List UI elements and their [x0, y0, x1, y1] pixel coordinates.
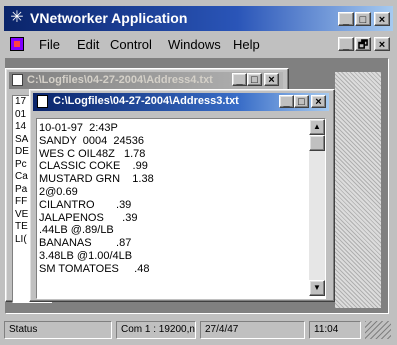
address4-title-bar[interactable]: C:\Logfiles\04-27-2004\Address4.txt _ □ … — [9, 72, 283, 89]
document-system-icon[interactable] — [10, 37, 24, 51]
text-line: CILANTRO .39 — [39, 198, 132, 211]
text-line: MUSTARD GRN 1.38 — [39, 173, 154, 186]
status-date: 27/4/47 — [200, 321, 305, 339]
status-text: Status — [4, 321, 112, 339]
text-line: SM TOMATOES .48 — [39, 262, 150, 275]
address4-title: C:\Logfiles\04-27-2004\Address4.txt — [27, 74, 213, 86]
document-icon — [37, 95, 48, 108]
text-line: 3.48LB @1.00/4LB — [39, 249, 133, 262]
vertical-scrollbar[interactable]: ▲ ▼ — [309, 119, 325, 296]
address3-minimize-button[interactable]: _ — [279, 95, 294, 108]
status-time: 11:04 — [309, 321, 361, 339]
address3-maximize-button[interactable]: □ — [294, 95, 309, 108]
scroll-down-button[interactable]: ▼ — [309, 280, 325, 296]
minimize-button[interactable]: _ — [338, 12, 354, 26]
app-window: ✳ VNetworker Application _ □ × File Edit… — [0, 0, 397, 345]
scroll-thumb[interactable] — [309, 135, 325, 151]
app-logo-icon: ✳ — [10, 9, 24, 26]
resize-grip[interactable] — [365, 321, 391, 339]
mdi-restore-button[interactable]: 🗗 — [355, 37, 371, 51]
menu-edit[interactable]: Edit — [77, 37, 99, 52]
text-line: 2@0.69 — [39, 185, 78, 198]
mdi-close-button[interactable]: × — [374, 37, 390, 51]
text-line: JALAPENOS .39 — [39, 211, 138, 224]
status-bar: Status Com 1 : 19200,n,8,1 27/4/47 11:04 — [4, 318, 393, 342]
address4-close-button[interactable]: × — [264, 73, 279, 86]
address4-maximize-button[interactable]: □ — [247, 73, 262, 86]
address3-close-button[interactable]: × — [311, 95, 326, 108]
text-line: 10-01-97 2:43P — [39, 122, 118, 134]
close-button[interactable]: × — [374, 12, 390, 26]
text-line: WES C OIL48Z 1.78 — [39, 147, 146, 160]
address3-text-area[interactable]: 10-01-97 2:43P SANDY 0004 24536 WES C OI… — [36, 118, 326, 299]
mdi-minimize-button[interactable]: _ — [338, 37, 354, 51]
address3-title-bar[interactable]: C:\Logfiles\04-27-2004\Address3.txt _ □ … — [33, 93, 329, 111]
maximize-button[interactable]: □ — [355, 12, 371, 26]
address3-title: C:\Logfiles\04-27-2004\Address3.txt — [53, 95, 239, 107]
menu-bar: File Edit Control Windows Help _ 🗗 × — [4, 32, 393, 56]
menu-help[interactable]: Help — [233, 37, 260, 52]
app-title: VNetworker Application — [30, 10, 188, 26]
scroll-up-button[interactable]: ▲ — [309, 119, 325, 135]
address4-minimize-button[interactable]: _ — [232, 73, 247, 86]
status-port: Com 1 : 19200,n,8,1 — [116, 321, 196, 339]
document-icon — [12, 74, 23, 86]
text-content: 10-01-97 2:43P SANDY 0004 24536 WES C OI… — [39, 122, 304, 276]
menu-file[interactable]: File — [39, 37, 60, 52]
text-line: CLASSIC COKE .99 — [39, 160, 148, 173]
text-line: .44LB @.89/LB — [39, 224, 114, 237]
resize-hatch-area — [335, 72, 381, 308]
address3-window[interactable]: C:\Logfiles\04-27-2004\Address3.txt _ □ … — [29, 89, 335, 302]
app-title-bar[interactable]: ✳ VNetworker Application _ □ × — [4, 6, 393, 31]
menu-windows[interactable]: Windows — [168, 37, 221, 52]
menu-control[interactable]: Control — [110, 37, 152, 52]
text-line: SANDY 0004 24536 — [39, 134, 144, 147]
text-line: BANANAS .87 — [39, 237, 132, 250]
